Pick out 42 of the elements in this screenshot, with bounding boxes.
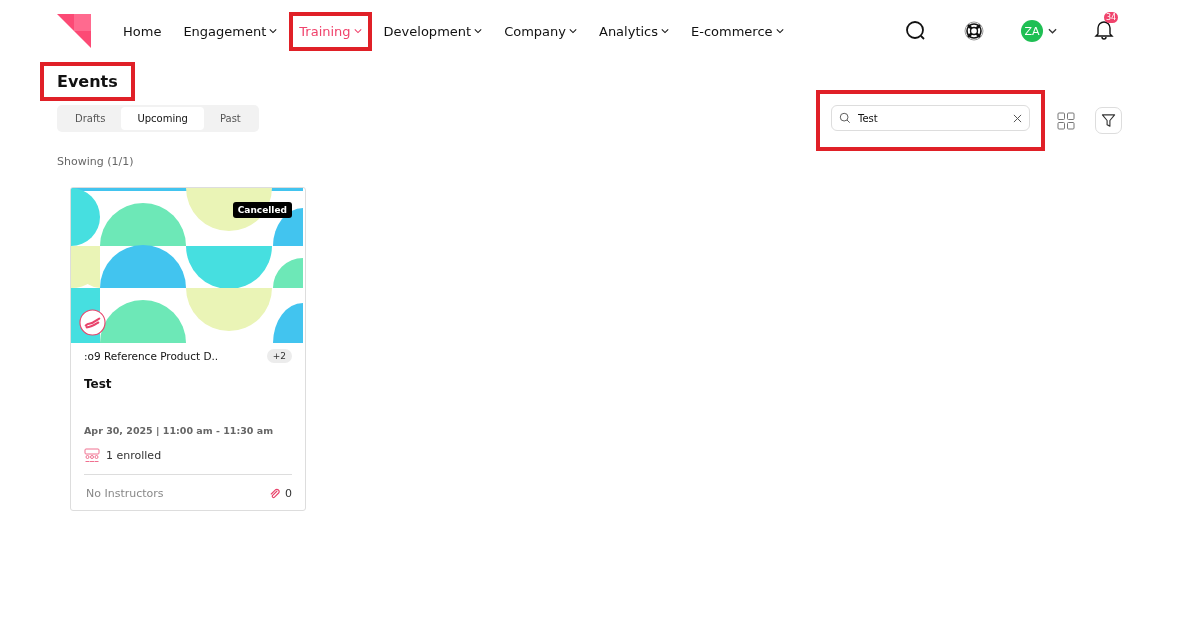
- caret-icon: [569, 28, 577, 34]
- bell-icon[interactable]: [1093, 18, 1115, 40]
- instructors-text: No Instructors: [85, 487, 164, 500]
- attachment-count: 0: [285, 487, 292, 500]
- caret-icon[interactable]: [1048, 28, 1057, 34]
- event-card[interactable]: Cancelled :o9 Reference Product D.. +2 Test Apr 30, 2025 | 11:00 am - 11:30 am 1 enrolled No Instructors 0: [70, 187, 306, 511]
- caret-icon: [775, 28, 784, 34]
- caret-icon: [661, 28, 670, 34]
- nav-link[interactable]: Company: [504, 23, 577, 39]
- filter-icon: [1101, 113, 1116, 128]
- tab[interactable]: Drafts: [59, 107, 122, 130]
- search-field[interactable]: Test: [831, 105, 1030, 131]
- event-title: Test: [84, 377, 113, 391]
- tab[interactable]: Upcoming: [121, 107, 204, 130]
- caret-icon: [353, 28, 362, 34]
- notification-badge: 34: [1104, 12, 1119, 23]
- caret-icon: [269, 28, 278, 34]
- nav-link[interactable]: Analytics: [599, 23, 670, 39]
- handshake-icon: [79, 309, 106, 336]
- paperclip-icon: [269, 488, 280, 499]
- logo-icon[interactable]: [57, 14, 91, 48]
- people-icon: [84, 448, 100, 462]
- nav-link[interactable]: Engagement: [183, 23, 278, 39]
- nav-link[interactable]: Training: [299, 23, 362, 39]
- nav-link[interactable]: Development: [383, 23, 483, 39]
- nav-link[interactable]: E-commerce: [691, 23, 784, 39]
- page-title: Events: [57, 72, 118, 91]
- event-date: Apr 30, 2025 | 11:00 am - 11:30 am: [84, 425, 275, 436]
- result-count: Showing (1/1): [57, 155, 135, 168]
- filter-button[interactable]: [1095, 107, 1122, 134]
- tab[interactable]: Past: [203, 107, 257, 130]
- caret-icon: [474, 28, 483, 34]
- status-badge: Cancelled: [232, 202, 292, 218]
- enrolled-count: 1 enrolled: [106, 448, 162, 462]
- search-icon[interactable]: [905, 20, 927, 42]
- close-icon[interactable]: [1013, 113, 1022, 123]
- event-category: :o9 Reference Product D..: [84, 350, 219, 362]
- grid-view-icon[interactable]: [1057, 111, 1075, 130]
- lifebuoy-icon[interactable]: [963, 20, 985, 42]
- search-icon: [839, 112, 851, 124]
- more-count[interactable]: +2: [266, 349, 292, 363]
- nav-link[interactable]: Home: [123, 23, 162, 39]
